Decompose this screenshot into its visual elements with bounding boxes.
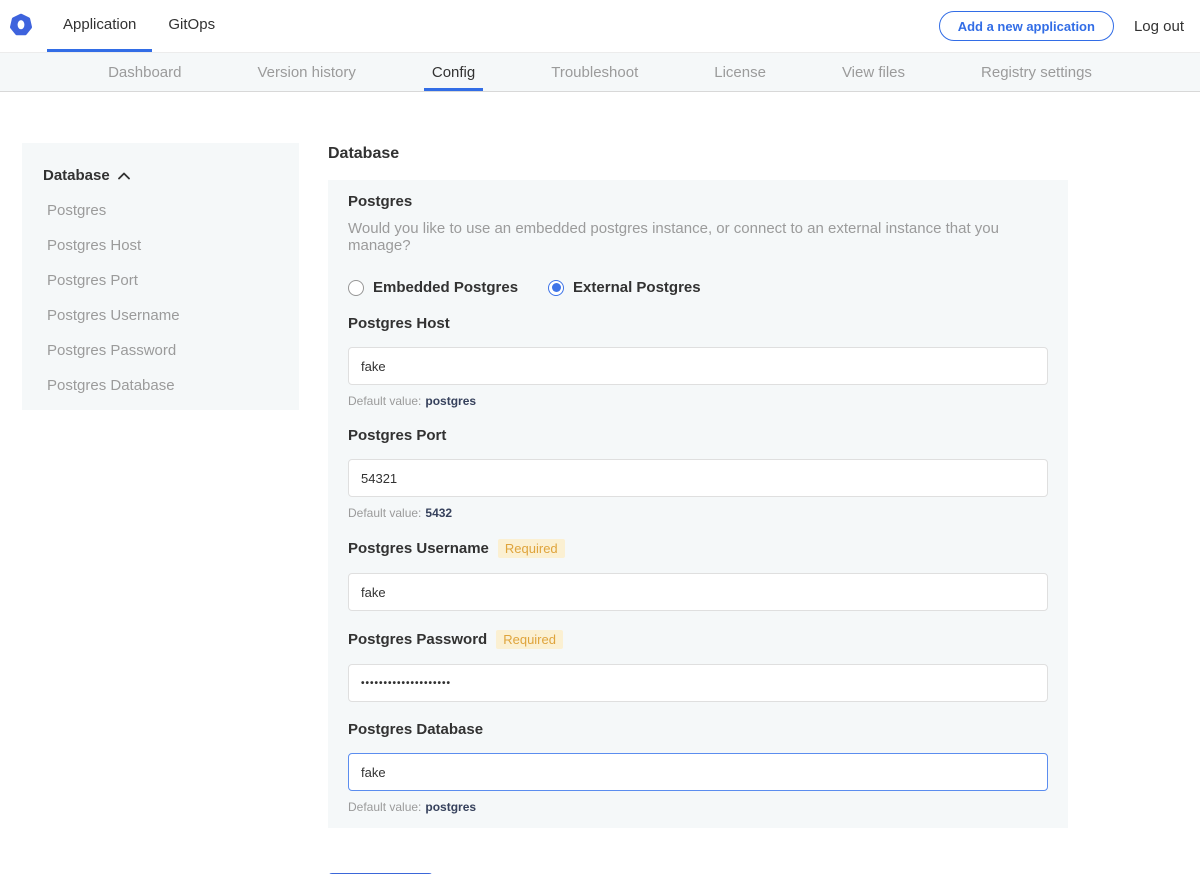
field-label: Postgres Host <box>348 315 450 332</box>
sidebar-item-postgres-password[interactable]: Postgres Password <box>43 342 279 359</box>
postgres-port-input[interactable] <box>348 459 1048 497</box>
top-tab-application[interactable]: Application <box>47 0 152 52</box>
app-logo-icon[interactable] <box>9 13 33 37</box>
subnav-item-config[interactable]: Config <box>424 53 483 91</box>
radio-label: External Postgres <box>573 279 701 296</box>
top-nav: ApplicationGitOps Add a new application … <box>0 0 1200 52</box>
field-label: Postgres Password <box>348 631 487 648</box>
default-value-label: Default value: <box>348 394 421 408</box>
default-value-helper: Default value: postgres <box>348 394 1048 408</box>
sidebar-item-postgres-port[interactable]: Postgres Port <box>43 272 279 289</box>
add-application-button[interactable]: Add a new application <box>939 11 1114 41</box>
subnav-item-version-history[interactable]: Version history <box>249 53 363 91</box>
default-value: 5432 <box>425 506 452 520</box>
radio-external-postgres[interactable]: External Postgres <box>548 279 701 296</box>
config-sidebar: Database Postgres Postgres Host Postgres P… <box>22 143 299 410</box>
top-tabs: ApplicationGitOps <box>47 0 231 52</box>
default-value: postgres <box>425 394 476 408</box>
section-title: Database <box>328 145 1068 163</box>
radio-embedded-postgres[interactable]: Embedded Postgres <box>348 279 518 296</box>
config-fields: Postgres HostDefault value:postgresPostg… <box>348 315 1048 814</box>
field-label-row: Postgres Username Required <box>348 539 1048 558</box>
field-label-row: Postgres Port <box>348 427 1048 444</box>
required-badge: Required <box>496 630 563 649</box>
config-item-description: Would you like to use an embedded postgr… <box>348 220 1048 254</box>
radio-label: Embedded Postgres <box>373 279 518 296</box>
field-label-row: Postgres Host <box>348 315 1048 332</box>
postgres-database-input[interactable] <box>348 753 1048 791</box>
subnav-item-license[interactable]: License <box>706 53 774 91</box>
field-postgres-host: Postgres Host Default value: postgres <box>348 315 1048 408</box>
field-postgres-password: Postgres Password Required <box>348 630 1048 702</box>
chevron-up-icon <box>118 167 130 184</box>
sidebar-item-postgres-username[interactable]: Postgres Username <box>43 307 279 324</box>
default-value-helper: Default value: 5432 <box>348 506 1048 520</box>
config-item-name: Postgres <box>348 193 1048 210</box>
app-subnav: Dashboard Version history Config Troublesho… <box>0 52 1200 92</box>
subnav-item-dashboard[interactable]: Dashboard <box>100 53 189 91</box>
field-postgres-database: Postgres Database Default value: postgres <box>348 721 1048 814</box>
required-badge: Required <box>498 539 565 558</box>
default-value-label: Default value: <box>348 506 421 520</box>
field-label-row: Postgres Database <box>348 721 1048 738</box>
subnav-item-troubleshoot[interactable]: Troubleshoot <box>543 53 646 91</box>
sidebar-group-database[interactable]: Database <box>43 167 279 184</box>
default-value-label: Default value: <box>348 800 421 814</box>
field-postgres-port: Postgres Port Default value: 5432 <box>348 427 1048 520</box>
radio-selected-icon <box>548 280 564 296</box>
field-label: Postgres Username <box>348 540 489 557</box>
config-group-panel: Postgres Would you like to use an embedd… <box>328 180 1068 828</box>
logout-button[interactable]: Log out <box>1134 18 1184 35</box>
postgres-host-input[interactable] <box>348 347 1048 385</box>
radio-unselected-icon <box>348 280 364 296</box>
config-main: Database Postgres Would you like to use … <box>328 143 1068 874</box>
sidebar-item-postgres[interactable]: Postgres <box>43 202 279 219</box>
top-tab-gitops[interactable]: GitOps <box>152 0 231 52</box>
subnav-item-view-files[interactable]: View files <box>834 53 913 91</box>
default-value-helper: Default value: postgres <box>348 800 1048 814</box>
sidebar-group-label: Database <box>43 167 110 184</box>
field-postgres-username: Postgres Username Required <box>348 539 1048 611</box>
sidebar-item-postgres-database[interactable]: Postgres Database <box>43 377 279 394</box>
sidebar-item-list: Postgres Postgres Host Postgres Port Postgr… <box>43 202 279 394</box>
default-value: postgres <box>425 800 476 814</box>
postgres-password-input[interactable] <box>348 664 1048 702</box>
header-spacer <box>231 0 939 52</box>
field-label-row: Postgres Password Required <box>348 630 1048 649</box>
content-area: Database Postgres Postgres Host Postgres P… <box>0 92 1200 874</box>
postgres-type-radio-group: Embedded Postgres External Postgres <box>348 279 1048 296</box>
postgres-username-input[interactable] <box>348 573 1048 611</box>
field-label: Postgres Port <box>348 427 446 444</box>
field-label: Postgres Database <box>348 721 483 738</box>
sidebar-item-postgres-host[interactable]: Postgres Host <box>43 237 279 254</box>
subnav-item-registry-settings[interactable]: Registry settings <box>973 53 1100 91</box>
